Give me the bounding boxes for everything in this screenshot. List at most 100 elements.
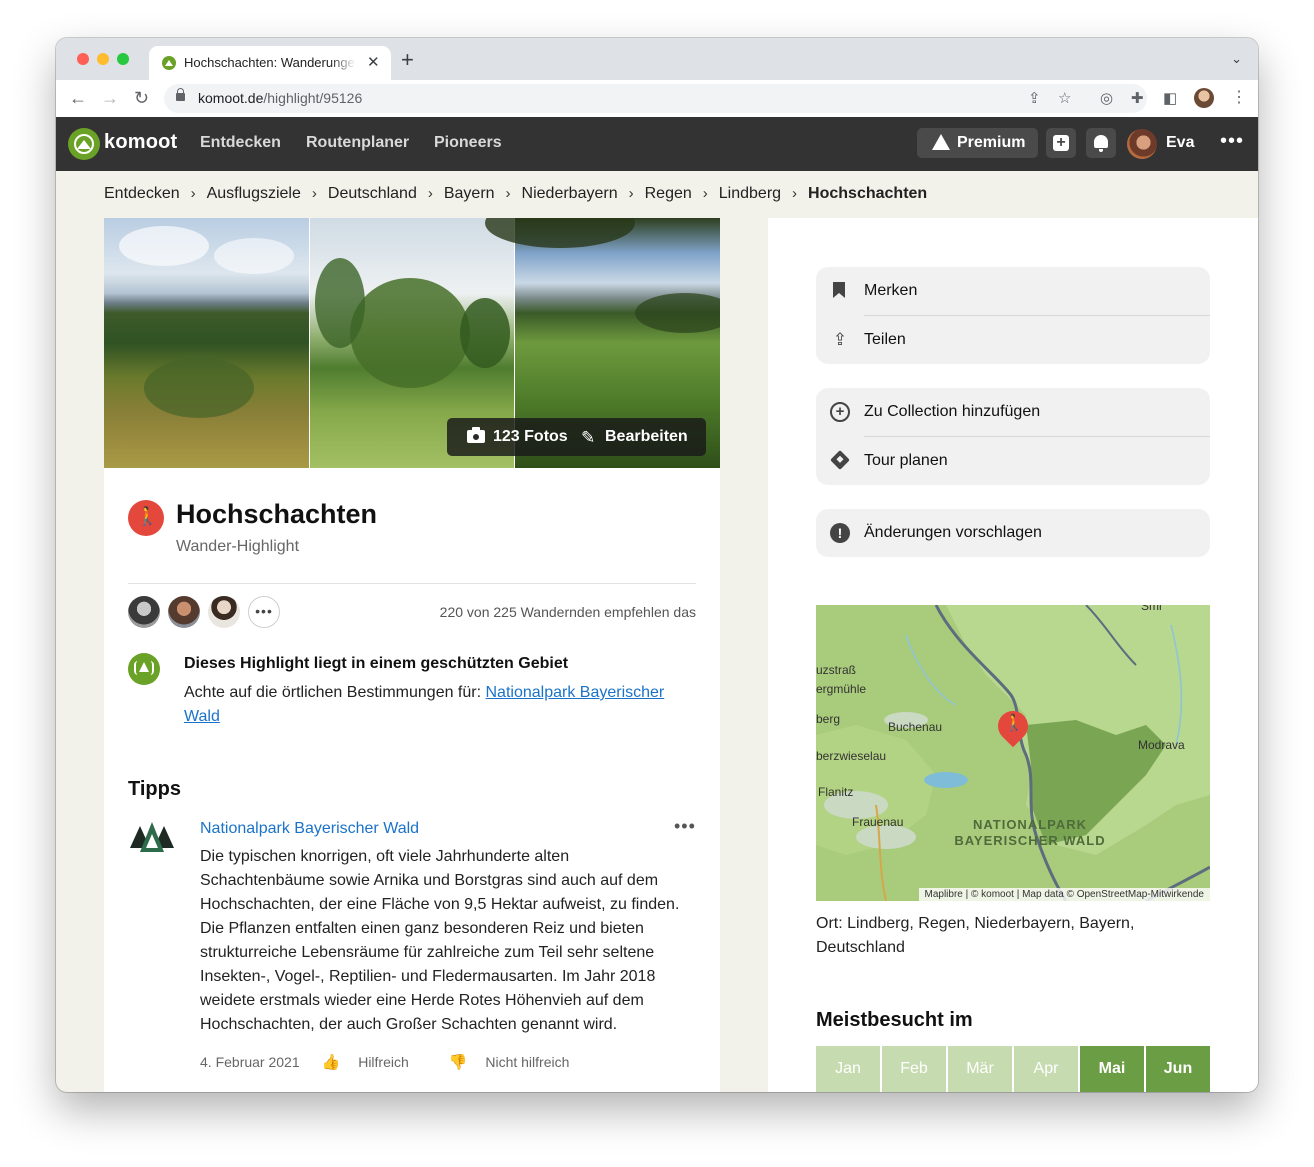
add-circle-icon: +	[830, 402, 850, 422]
map-label: Buchenau	[888, 720, 943, 734]
month-apr: Apr	[1014, 1046, 1078, 1092]
map-label: Smi	[1141, 605, 1162, 613]
tip-author-link[interactable]: Nationalpark Bayerischer Wald	[200, 820, 419, 838]
forward-icon[interactable]: →	[101, 88, 119, 108]
divider	[128, 583, 696, 584]
user-avatar[interactable]	[1127, 129, 1157, 159]
share-icon[interactable]: ⇪	[1028, 89, 1041, 107]
highlight-subtitle: Wander-Highlight	[176, 538, 300, 555]
nationalpark-logo-icon[interactable]	[128, 818, 176, 854]
more-recommenders-button[interactable]: •••	[248, 596, 280, 628]
star-icon[interactable]: ☆	[1058, 89, 1071, 107]
browser-toolbar: ← → ↻ komoot.de/highlight/95126 ⇪ ☆ ◎ ✚ …	[56, 80, 1258, 117]
location-map[interactable]: Smi uzstraß ergmühle berg Buchenau berzw…	[816, 605, 1210, 901]
month-feb: Feb	[882, 1046, 946, 1092]
breadcrumb-item[interactable]: Niederbayern	[522, 185, 618, 202]
komoot-header: komoot Entdecken Routenplaner Pioneers P…	[56, 117, 1258, 171]
breadcrumb-item[interactable]: Lindberg	[719, 185, 781, 202]
chevron-right-icon: ›	[427, 185, 433, 202]
map-label: berg	[816, 712, 841, 726]
chevron-right-icon: ›	[628, 185, 634, 202]
nav-routenplaner[interactable]: Routenplaner	[306, 134, 409, 152]
tab-search-chevron-icon[interactable]: ⌄	[1231, 51, 1242, 67]
thumbs-down-icon: 👎	[448, 1054, 468, 1071]
notifications-button[interactable]	[1086, 128, 1116, 158]
alert-icon: !	[830, 523, 850, 543]
profile-avatar[interactable]	[1194, 88, 1214, 108]
tips-heading: Tipps	[128, 778, 181, 800]
tab-close-icon[interactable]: ✕	[367, 53, 380, 71]
not-helpful-button[interactable]: 👎 Nicht hilfreich	[448, 1054, 588, 1071]
premium-button[interactable]: Premium	[917, 128, 1038, 158]
breadcrumb-item[interactable]: Entdecken	[104, 185, 180, 202]
nav-pioneers[interactable]: Pioneers	[434, 134, 502, 152]
user-name[interactable]: Eva	[1166, 134, 1194, 152]
back-icon[interactable]: ←	[69, 88, 87, 108]
tab-title: Hochschachten: Wanderungen und mehr	[184, 55, 356, 70]
action-group: ! Änderungen vorschlagen	[816, 509, 1210, 557]
tip-more-icon[interactable]: •••	[674, 816, 696, 837]
avatar[interactable]	[208, 596, 240, 628]
tip-date: 4. Februar 2021	[200, 1054, 300, 1070]
sidebar: Merken ⇪ Teilen + Zu Collection hinzufüg…	[768, 218, 1258, 1092]
hiker-icon: 🚶	[1004, 715, 1024, 732]
avatar[interactable]	[168, 596, 200, 628]
camera-icon	[467, 427, 485, 443]
breadcrumb-item[interactable]: Deutschland	[328, 185, 417, 202]
sidebar-icon[interactable]: ◧	[1163, 89, 1177, 107]
save-button[interactable]: Merken	[816, 267, 1210, 315]
more-menu-icon[interactable]: •••	[1220, 130, 1244, 153]
breadcrumb-item[interactable]: Bayern	[444, 185, 495, 202]
lock-icon	[176, 88, 185, 101]
minimize-window-button[interactable]	[97, 53, 109, 65]
share-button[interactable]: ⇪ Teilen	[816, 316, 1210, 364]
protected-area-title: Dieses Highlight liegt in einem geschütz…	[184, 655, 569, 672]
url-text[interactable]: komoot.de/highlight/95126	[198, 90, 362, 106]
new-tab-button[interactable]: +	[401, 49, 414, 71]
map-label: berzwieselau	[816, 749, 887, 763]
highlight-photo[interactable]	[104, 218, 309, 468]
breadcrumb-item[interactable]: Regen	[645, 185, 692, 202]
page-title: Hochschachten	[176, 499, 378, 529]
add-collection-label: Zu Collection hinzufügen	[864, 403, 1041, 420]
suggest-changes-label: Änderungen vorschlagen	[864, 524, 1042, 541]
nav-entdecken[interactable]: Entdecken	[200, 134, 281, 152]
share-label: Teilen	[864, 331, 906, 348]
edit-button[interactable]: Bearbeiten	[605, 428, 688, 446]
suggest-changes-button[interactable]: ! Änderungen vorschlagen	[816, 509, 1210, 557]
photo-gallery[interactable]: 123 Fotos ✎ Bearbeiten	[104, 218, 720, 468]
address-bar[interactable]: komoot.de/highlight/95126 ⇪ ☆	[164, 84, 1147, 113]
tab-bar: Hochschachten: Wanderungen und mehr ✕ + …	[56, 38, 1258, 80]
photos-count-button[interactable]: 123 Fotos	[493, 428, 568, 446]
recommend-count: 220 von 225 Wandernden empfehlen das	[439, 604, 696, 620]
add-to-collection-button[interactable]: + Zu Collection hinzufügen	[816, 388, 1210, 436]
month-jan: Jan	[816, 1046, 880, 1092]
action-group: + Zu Collection hinzufügen Tour planen	[816, 388, 1210, 485]
helpful-button[interactable]: 👍 Hilfreich	[322, 1054, 427, 1071]
avatar[interactable]	[128, 596, 160, 628]
share-icon: ⇪	[832, 330, 848, 349]
close-window-button[interactable]	[77, 53, 89, 65]
month-mar: Mär	[948, 1046, 1012, 1092]
directions-icon	[830, 450, 850, 470]
chrome-menu-icon[interactable]: ⋮	[1231, 87, 1247, 107]
national-park-map-label: NATIONALPARK BAYERISCHER WALD	[954, 817, 1106, 848]
map-attribution[interactable]: Maplibre | © komoot | Map data © OpenStr…	[918, 888, 1210, 901]
browser-tab[interactable]: Hochschachten: Wanderungen und mehr ✕	[149, 46, 391, 80]
save-label: Merken	[864, 282, 918, 299]
bookmark-icon	[833, 282, 845, 298]
location-text: Ort: Lindberg, Regen, Niederbayern, Baye…	[816, 915, 1135, 956]
plan-tour-button[interactable]: Tour planen	[816, 437, 1210, 485]
create-button[interactable]: +	[1046, 128, 1076, 158]
extension-icon[interactable]: ◎	[1100, 89, 1113, 107]
breadcrumb-item[interactable]: Ausflugsziele	[207, 185, 301, 202]
extensions-puzzle-icon[interactable]: ✚	[1131, 89, 1144, 107]
tip-meta: 4. Februar 2021 👍 Hilfreich 👎 Nicht hilfre…	[200, 1053, 605, 1071]
maximize-window-button[interactable]	[117, 53, 129, 65]
komoot-logo-text[interactable]: komoot	[104, 131, 177, 154]
browser-window: Hochschachten: Wanderungen und mehr ✕ + …	[56, 38, 1258, 1092]
map-label: uzstraß	[816, 663, 857, 677]
chevron-right-icon: ›	[190, 185, 196, 202]
reload-icon[interactable]: ↻	[134, 88, 149, 108]
komoot-logo-icon[interactable]	[68, 128, 100, 160]
